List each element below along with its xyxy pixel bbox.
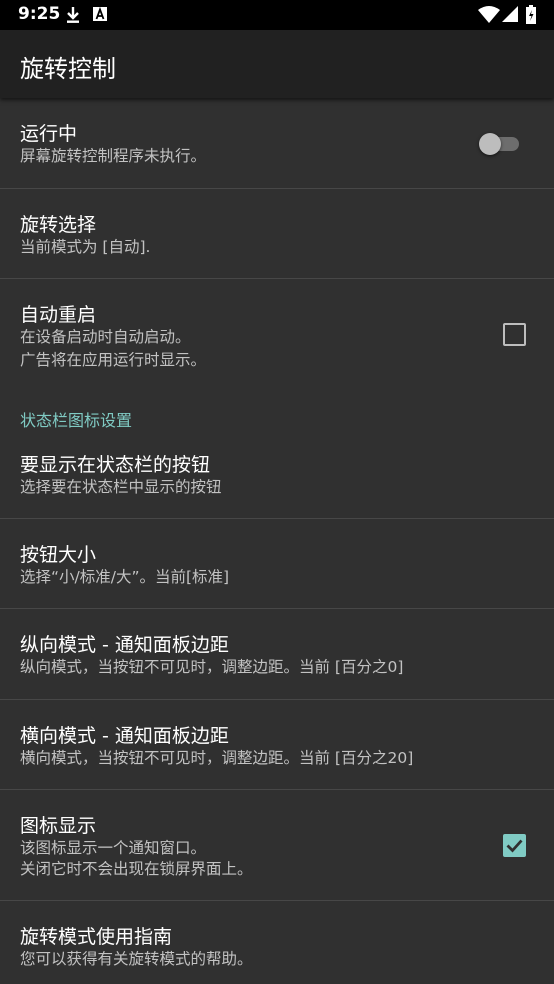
pref-icon-display-title: 图标显示 bbox=[20, 815, 97, 837]
pref-auto-restart-summary-line2: 广告将在应用运行时显示。 bbox=[20, 351, 207, 369]
pref-rotation-select-summary: 当前模式为 [自动]. bbox=[20, 238, 151, 256]
wifi-icon bbox=[478, 5, 500, 27]
pref-button-size-title: 按钮大小 bbox=[20, 544, 97, 566]
pref-running-title: 运行中 bbox=[20, 123, 78, 145]
signal-icon bbox=[502, 6, 518, 26]
pref-icon-display-summary-line1: 该图标显示一个通知窗口。 bbox=[20, 839, 207, 857]
pref-landscape-margin[interactable]: 横向模式 - 通知面板边距 横向模式，当按钮不可见时，调整边距。当前 [百分之2… bbox=[0, 700, 554, 790]
auto-restart-checkbox[interactable] bbox=[503, 323, 526, 346]
a-notification-icon bbox=[93, 6, 107, 26]
pref-landscape-margin-summary: 横向模式，当按钮不可见时，调整边距。当前 [百分之20] bbox=[20, 749, 414, 767]
preference-list[interactable]: 运行中 屏幕旋转控制程序未执行。 旋转选择 当前模式为 [自动]. 自动重启 在… bbox=[0, 98, 554, 984]
status-time: 9:25 bbox=[18, 4, 61, 24]
battery-icon bbox=[526, 5, 536, 28]
app-bar: 旋转控制 bbox=[0, 30, 554, 98]
category-title: 状态栏图标设置 bbox=[20, 411, 133, 430]
pref-icon-display[interactable]: 图标显示 该图标显示一个通知窗口。 关闭它时不会出现在锁屏界面上。 bbox=[0, 790, 554, 901]
pref-running[interactable]: 运行中 屏幕旋转控制程序未执行。 bbox=[0, 98, 554, 189]
category-statusbar-settings: 状态栏图标设置 bbox=[0, 393, 554, 437]
download-icon bbox=[65, 6, 81, 28]
icon-display-checkbox[interactable] bbox=[503, 834, 526, 857]
switch-thumb bbox=[479, 133, 501, 155]
pref-guide[interactable]: 旋转模式使用指南 您可以获得有关旋转模式的帮助。 bbox=[0, 901, 554, 984]
running-switch[interactable] bbox=[479, 133, 521, 155]
pref-buttons-to-show-summary: 选择要在状态栏中显示的按钮 bbox=[20, 478, 222, 496]
pref-portrait-margin[interactable]: 纵向模式 - 通知面板边距 纵向模式，当按钮不可见时，调整边距。当前 [百分之0… bbox=[0, 609, 554, 700]
pref-icon-display-summary-line2: 关闭它时不会出现在锁屏界面上。 bbox=[20, 860, 253, 878]
pref-running-summary: 屏幕旋转控制程序未执行。 bbox=[20, 147, 207, 165]
pref-guide-title: 旋转模式使用指南 bbox=[20, 926, 173, 948]
pref-auto-restart-title: 自动重启 bbox=[20, 304, 97, 326]
pref-portrait-margin-title: 纵向模式 - 通知面板边距 bbox=[20, 634, 229, 656]
checkmark-icon bbox=[506, 839, 523, 853]
pref-rotation-select[interactable]: 旋转选择 当前模式为 [自动]. bbox=[0, 189, 554, 279]
pref-auto-restart[interactable]: 自动重启 在设备启动时自动启动。 广告将在应用运行时显示。 bbox=[0, 279, 554, 393]
page-title: 旋转控制 bbox=[20, 55, 116, 83]
pref-rotation-select-title: 旋转选择 bbox=[20, 214, 97, 236]
pref-guide-summary: 您可以获得有关旋转模式的帮助。 bbox=[20, 950, 253, 968]
pref-buttons-to-show-title: 要显示在状态栏的按钮 bbox=[20, 454, 211, 476]
pref-button-size[interactable]: 按钮大小 选择“小/标准/大”。当前[标准] bbox=[0, 519, 554, 609]
pref-portrait-margin-summary: 纵向模式，当按钮不可见时，调整边距。当前 [百分之0] bbox=[20, 658, 404, 676]
status-bar: 9:25 bbox=[0, 0, 554, 30]
pref-landscape-margin-title: 横向模式 - 通知面板边距 bbox=[20, 725, 229, 747]
pref-buttons-to-show[interactable]: 要显示在状态栏的按钮 选择要在状态栏中显示的按钮 bbox=[0, 437, 554, 519]
pref-button-size-summary: 选择“小/标准/大”。当前[标准] bbox=[20, 568, 230, 586]
pref-auto-restart-summary-line1: 在设备启动时自动启动。 bbox=[20, 328, 191, 346]
